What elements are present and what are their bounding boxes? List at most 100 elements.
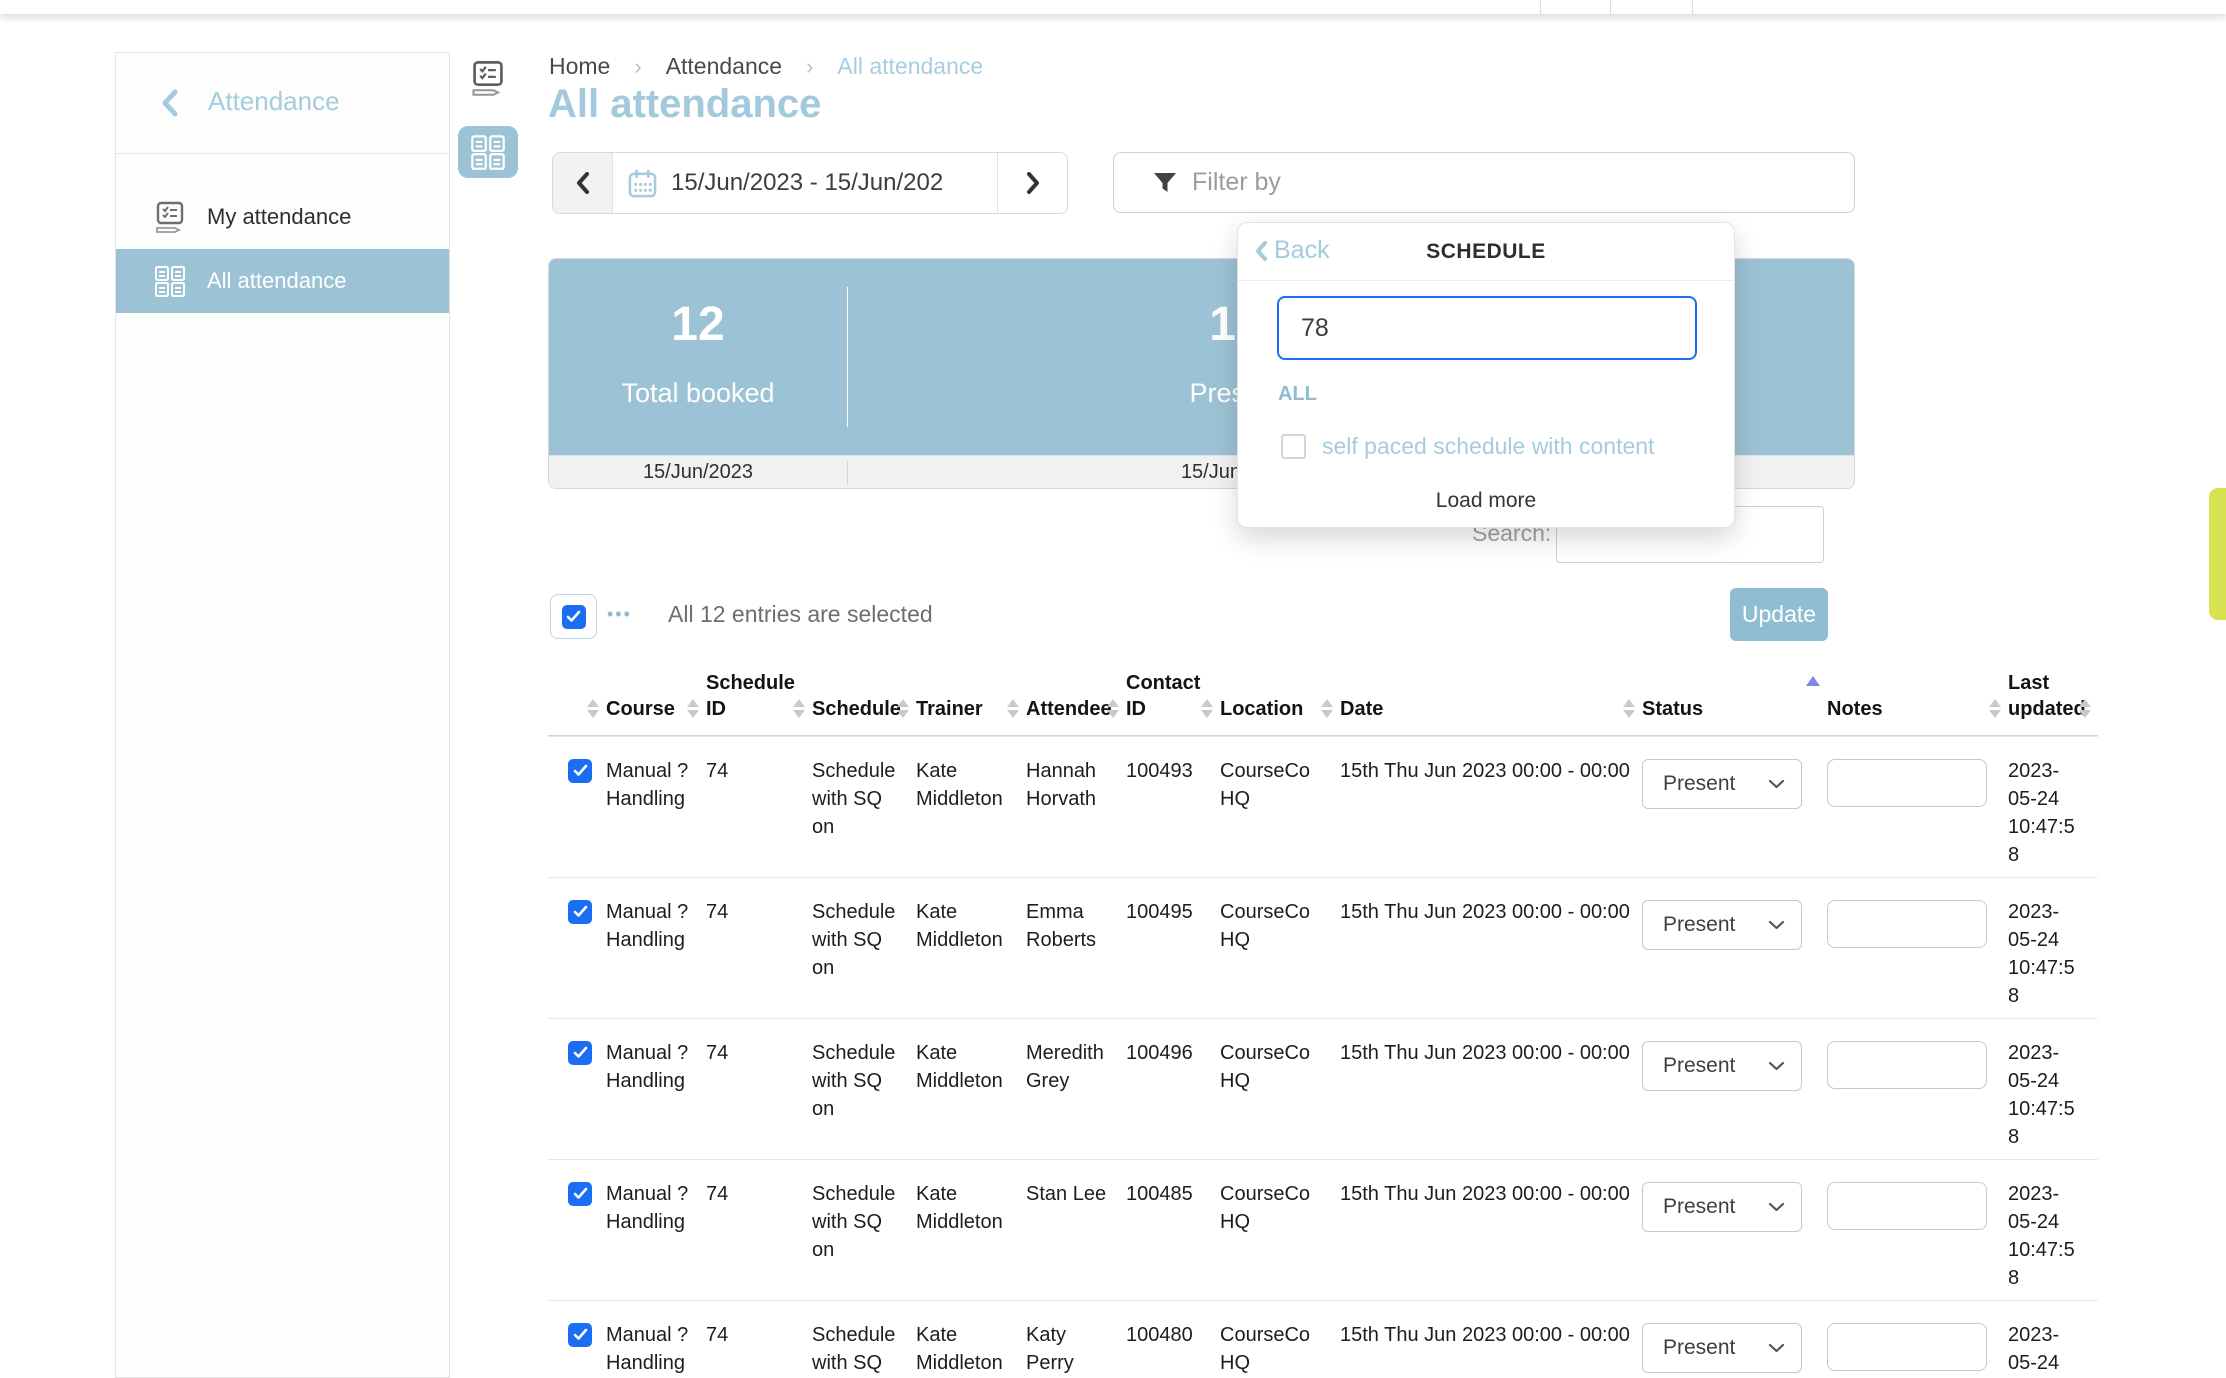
status-value: Present [1663,911,1735,939]
notes-input[interactable] [1827,759,1987,807]
sort-icon [793,699,805,718]
header-date[interactable]: Date [1340,655,1642,735]
attendance-page: Attendance My attendance [0,0,2226,1378]
cell-contact-id: 100480 [1126,1301,1220,1378]
chevron-down-icon [1768,920,1785,930]
notes-input[interactable] [1827,1041,1987,1089]
sort-icon [1989,699,2001,718]
sort-icon [1321,699,1333,718]
row-checkbox[interactable] [568,1041,592,1065]
cell-schedule: Schedule with SQ on [812,878,916,1018]
rail-my-attendance-button[interactable] [458,52,518,104]
filter-input[interactable]: Filter by [1113,152,1855,213]
topbar-divider [1692,0,1693,14]
cell-schedule: Schedule with SQ on [812,1301,916,1378]
filter-placeholder: Filter by [1192,168,1281,197]
cell-last-updated: 2023-05-24 10:47:58 [2008,1019,2098,1159]
status-select[interactable]: Present [1642,1182,1802,1232]
status-value: Present [1663,1334,1735,1362]
cell-trainer: Kate Middleton [916,1301,1026,1378]
cell-trainer: Kate Middleton [916,1019,1026,1159]
notes-input[interactable] [1827,1182,1987,1230]
date-range-nav: 15/Jun/2023 - 15/Jun/202 [552,152,1068,214]
sidebar-item-label: All attendance [207,268,346,294]
breadcrumb: Home › Attendance › All attendance [549,53,983,80]
update-button[interactable]: Update [1730,588,1828,641]
topbar-divider [1610,0,1611,14]
table-body: Manual ? Handling 74 Schedule with SQ on… [548,736,2098,1378]
cell-contact-id: 100495 [1126,878,1220,1018]
breadcrumb-home[interactable]: Home [549,53,610,80]
table-row: Manual ? Handling 74 Schedule with SQ on… [548,877,2098,1018]
cell-location: CourseCo HQ [1220,1019,1340,1159]
sort-icon [897,699,909,718]
schedule-search-input[interactable] [1277,296,1697,360]
cell-course: Manual ? Handling [606,878,706,1018]
header-status[interactable]: Status [1642,655,1827,735]
chevron-down-icon [1768,1061,1785,1071]
breadcrumb-attendance[interactable]: Attendance [666,53,782,80]
cell-schedule: Schedule with SQ on [812,1019,916,1159]
sidebar-item-my-attendance[interactable]: My attendance [116,185,449,249]
header-location[interactable]: Location [1220,655,1340,735]
cell-course: Manual ? Handling [606,1019,706,1159]
row-checkbox[interactable] [568,900,592,924]
stat-label: Total booked [549,378,847,409]
header-contact-id[interactable]: Contact ID [1126,655,1220,735]
cell-location: CourseCo HQ [1220,1301,1340,1378]
header-schedule[interactable]: Schedule [812,655,916,735]
selection-menu-dots[interactable]: ••• [607,604,632,625]
sidebar-item-all-attendance[interactable]: All attendance [116,249,449,313]
date-range-button[interactable]: 15/Jun/2023 - 15/Jun/202 [612,153,998,213]
cell-trainer: Kate Middleton [916,878,1026,1018]
header-attendee[interactable]: Attendee [1026,655,1126,735]
stat-total-booked: 12 Total booked [549,259,847,455]
cell-date: 15th Thu Jun 2023 00:00 - 00:00 [1340,1019,1642,1159]
cell-attendee: Stan Lee [1026,1160,1126,1300]
icon-rail [458,52,520,178]
status-value: Present [1663,1193,1735,1221]
schedule-filter-popover: Back SCHEDULE ALL self paced schedule wi… [1237,222,1735,528]
status-select[interactable]: Present [1642,900,1802,950]
next-date-button[interactable] [998,153,1067,213]
status-value: Present [1663,770,1735,798]
notes-input[interactable] [1827,900,1987,948]
calendar-icon [627,168,658,199]
prev-date-button[interactable] [553,153,612,213]
cell-schedule-id: 74 [706,878,812,1018]
self-paced-label: self paced schedule with content [1322,433,1654,460]
cell-attendee: Emma Roberts [1026,878,1126,1018]
status-select[interactable]: Present [1642,759,1802,809]
checklist-pencil-icon [153,200,187,234]
header-checkbox-col[interactable] [548,655,606,735]
header-course[interactable]: Course [606,655,706,735]
status-select[interactable]: Present [1642,1041,1802,1091]
row-checkbox[interactable] [568,759,592,783]
date-range-text: 15/Jun/2023 - 15/Jun/202 [671,169,943,197]
sort-icon [687,699,699,718]
sort-icon [587,699,599,718]
notes-input[interactable] [1827,1323,1987,1371]
header-trainer[interactable]: Trainer [916,655,1026,735]
sidebar-back-chevron-icon[interactable] [158,85,188,121]
sidebar: Attendance My attendance [115,52,450,1378]
rail-all-attendance-button[interactable] [458,126,518,178]
load-more-button[interactable]: Load more [1238,489,1734,513]
header-schedule-id[interactable]: Schedule ID [706,655,812,735]
stats-footer-divider [847,460,848,485]
header-notes[interactable]: Notes [1827,655,2008,735]
row-checkbox[interactable] [568,1323,592,1347]
cell-schedule-id: 74 [706,737,812,877]
self-paced-checkbox[interactable] [1281,434,1306,459]
selection-status-text: All 12 entries are selected [668,601,933,628]
sort-icon [1007,699,1019,718]
cell-attendee: Katy Perry [1026,1301,1126,1378]
feedback-side-tab[interactable] [2209,488,2226,620]
self-paced-option[interactable]: self paced schedule with content [1281,433,1654,460]
header-last-updated[interactable]: Last updated [2008,655,2098,735]
status-select[interactable]: Present [1642,1323,1802,1373]
cell-trainer: Kate Middleton [916,1160,1026,1300]
select-all-checkbox[interactable] [550,594,597,639]
stat-value: 12 [549,297,847,352]
row-checkbox[interactable] [568,1182,592,1206]
